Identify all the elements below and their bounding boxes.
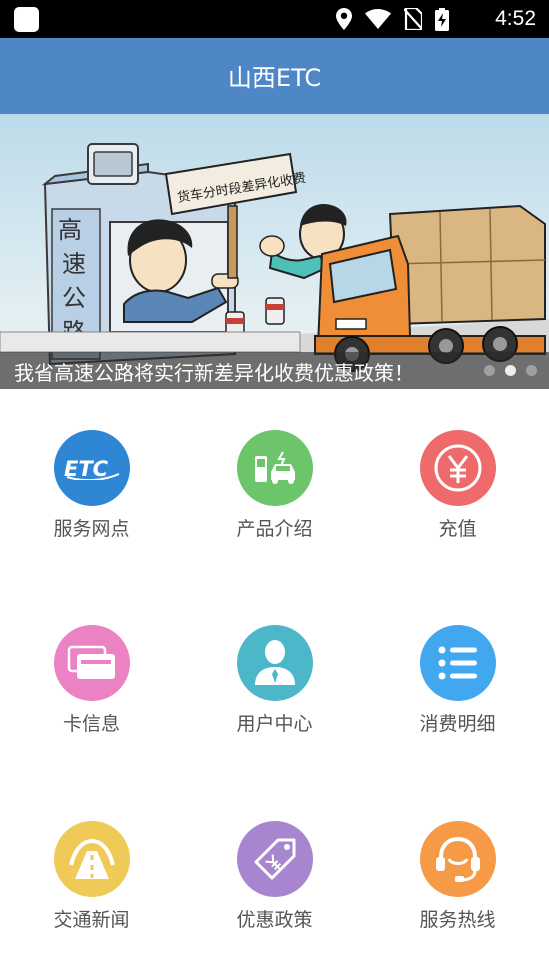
- clock: 4:52: [495, 7, 536, 30]
- grid-item-label: 服务热线: [419, 909, 496, 931]
- notification-app-icon: [14, 7, 39, 32]
- svg-text:ETC: ETC: [64, 457, 109, 480]
- carousel-dot-active[interactable]: [505, 365, 516, 376]
- carousel-indicator: [484, 365, 537, 376]
- banner-caption: 我省高速公路将实行新差异化收费优惠政策！: [14, 361, 414, 385]
- grid-item-label: 卡信息: [62, 713, 120, 735]
- user-icon: [236, 625, 313, 701]
- car-charging-icon: [236, 430, 313, 506]
- grid-item-service-outlets[interactable]: ETC 服务网点: [0, 430, 183, 541]
- app-bar: 山西ETC: [0, 38, 549, 114]
- grid-item-label: 产品介绍: [236, 518, 313, 540]
- list-icon: [419, 625, 496, 701]
- grid-item-traffic-news[interactable]: 交通新闻: [0, 821, 183, 932]
- etc-icon: ETC: [53, 430, 130, 506]
- road-icon: [53, 821, 130, 897]
- grid-item-label: 用户中心: [236, 713, 313, 735]
- grid-item-service-hotline[interactable]: 服务热线: [366, 821, 549, 932]
- battery-charging-icon: [435, 7, 449, 31]
- wifi-icon: [365, 9, 391, 29]
- banner-carousel[interactable]: 高 速 公 路 货车分时段差异化收费: [0, 114, 549, 389]
- banner-caption-bar: 我省高速公路将实行新差异化收费优惠政策！: [0, 352, 549, 389]
- grid-item-consumption-details[interactable]: 消费明细: [366, 625, 549, 736]
- grid-item-user-center[interactable]: 用户中心: [183, 625, 366, 736]
- no-sim-icon: [404, 8, 422, 30]
- tag-icon: [236, 821, 313, 897]
- grid-item-label: 交通新闻: [53, 909, 130, 931]
- status-bar: 4:52: [0, 0, 549, 38]
- carousel-dot[interactable]: [526, 365, 537, 376]
- carousel-dot[interactable]: [484, 365, 495, 376]
- card-icon: [53, 625, 130, 701]
- grid-item-label: 优惠政策: [236, 909, 313, 931]
- grid-item-label: 充值: [438, 518, 477, 540]
- grid-item-label: 消费明细: [419, 713, 496, 735]
- grid-item-preferential-policy[interactable]: 优惠政策: [183, 821, 366, 932]
- yuan-icon: [419, 430, 496, 506]
- tollbooth-label-3: 公: [62, 284, 86, 312]
- grid-item-card-info[interactable]: 卡信息: [0, 625, 183, 736]
- grid-item-recharge[interactable]: 充值: [366, 430, 549, 541]
- grid-item-product-intro[interactable]: 产品介绍: [183, 430, 366, 541]
- page-title: 山西ETC: [227, 64, 322, 92]
- banner-illustration: 高 速 公 路 货车分时段差异化收费: [0, 114, 549, 389]
- location-icon: [336, 8, 352, 30]
- headset-icon: [419, 821, 496, 897]
- tollbooth-label-1: 高: [58, 216, 82, 244]
- grid-item-label: 服务网点: [53, 518, 130, 540]
- tollbooth-label-2: 速: [62, 250, 86, 278]
